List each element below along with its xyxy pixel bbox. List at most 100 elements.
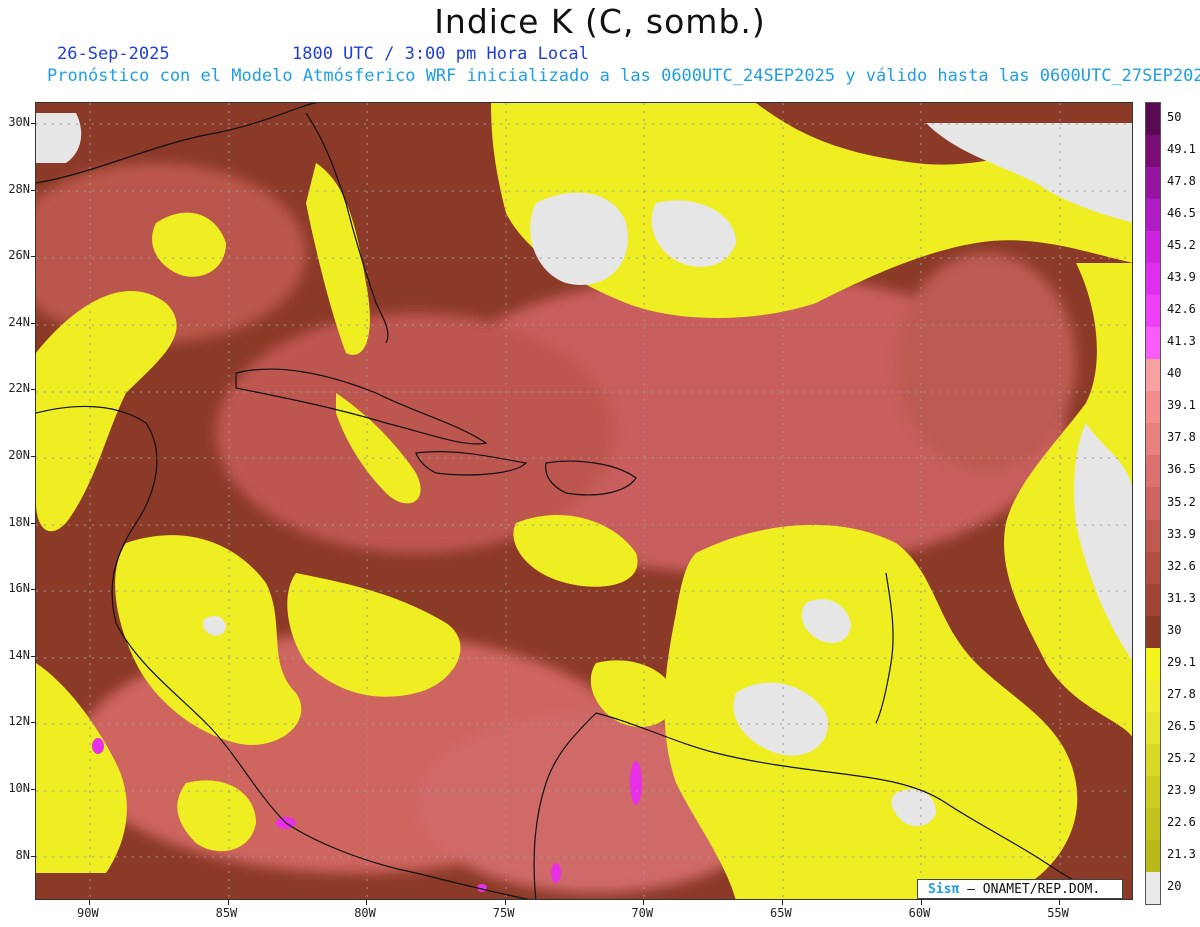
lat-label-30N: 30N (8, 115, 30, 129)
lon-tickmark (366, 900, 368, 905)
lat-label-26N: 26N (8, 248, 30, 263)
map-plot-area (35, 102, 1133, 900)
lon-tickmark (227, 900, 229, 905)
lat-tickmark (31, 322, 36, 324)
colorbar-segment (1146, 487, 1160, 520)
lon-label-55W: 55W (1047, 906, 1069, 920)
colorbar-segment (1146, 871, 1160, 905)
lat-label-28N: 28N (8, 181, 30, 196)
colorbar-label: 32.6 (1167, 558, 1196, 573)
colorbar-segment (1146, 263, 1160, 296)
colorbar-segment (1146, 455, 1160, 488)
colorbar-segment (1146, 103, 1160, 136)
colorbar-segment (1146, 359, 1160, 392)
colorbar-segment (1146, 711, 1160, 745)
colorbar-segment (1146, 295, 1160, 328)
lon-tickmark (782, 900, 783, 905)
colorbar-segment (1146, 423, 1160, 456)
lat-label-18N: 18N (8, 514, 30, 529)
colorbar-segment (1146, 519, 1160, 553)
colorbar-segment (1146, 807, 1160, 841)
colorbar-label: 35.2 (1167, 494, 1196, 509)
colorbar-segment (1146, 551, 1160, 585)
credit-brand: Sisπ (928, 882, 960, 897)
colorbar-label: 40 (1167, 366, 1182, 381)
colorbar-label: 36.5 (1167, 462, 1196, 477)
colorbar-label: 50 (1167, 110, 1182, 125)
colorbar-label: 45.2 (1167, 238, 1196, 253)
colorbar-label: 31.3 (1167, 590, 1196, 605)
colorbar-label: 23.9 (1167, 782, 1196, 797)
lat-tickmark (31, 589, 36, 591)
colorbar-segment (1146, 199, 1160, 232)
colorbar-segment (1146, 327, 1160, 360)
lat-tickmark (31, 256, 36, 258)
lat-label-24N: 24N (8, 314, 30, 329)
map-title: Indice K (C, somb.) (434, 2, 766, 41)
colorbar-segment (1146, 231, 1160, 264)
lon-label-75W: 75W (492, 906, 515, 920)
lat-tickmark (31, 722, 36, 724)
lat-tickmark (31, 855, 36, 857)
forecast-time: 1800 UTC / 3:00 pm Hora Local (292, 44, 589, 64)
lon-label-70W: 70W (631, 906, 654, 920)
colorbar-segment (1146, 647, 1160, 681)
lon-label-80W: 80W (354, 906, 376, 920)
colorbar-label: 21.3 (1167, 846, 1196, 861)
colorbar-label: 29.1 (1167, 654, 1196, 669)
colorbar-label: 49.1 (1167, 142, 1196, 157)
colorbar-segment (1146, 135, 1160, 168)
colorbar-segment (1146, 679, 1160, 713)
colorbar-segment (1146, 583, 1160, 617)
colorbar-label: 39.1 (1167, 398, 1196, 413)
colorbar-label: 20 (1167, 878, 1182, 893)
colorbar-label: 37.8 (1167, 430, 1196, 445)
colorbar-label: 27.8 (1167, 686, 1196, 701)
lat-tickmark (31, 123, 36, 124)
colorbar-label: 30 (1167, 622, 1182, 637)
colorbar-segment (1146, 615, 1160, 649)
lat-tickmark (31, 389, 36, 391)
lon-tickmark (920, 900, 922, 905)
lat-label-8N: 8N (15, 847, 30, 862)
lat-label-22N: 22N (8, 381, 30, 396)
lon-tickmark (89, 900, 90, 905)
colorbar-label: 41.3 (1167, 334, 1196, 349)
lat-label-12N: 12N (8, 714, 30, 729)
lat-label-10N: 10N (8, 781, 30, 795)
lon-label-90W: 90W (77, 906, 99, 920)
colorbar (1145, 102, 1161, 905)
lat-label-20N: 20N (8, 448, 30, 462)
colorbar-segment (1146, 839, 1160, 873)
lat-tickmark (31, 522, 36, 524)
lon-tickmark (643, 900, 645, 905)
colorbar-label: 42.6 (1167, 302, 1196, 317)
lon-label-65W: 65W (770, 906, 792, 920)
credit-text: – ONAMET/REP.DOM. (967, 882, 1101, 897)
lat-label-14N: 14N (8, 647, 30, 662)
colorbar-label: 47.8 (1167, 174, 1196, 189)
lon-tickmark (504, 900, 506, 905)
colorbar-label: 22.6 (1167, 814, 1196, 829)
lon-tickmark (1059, 900, 1061, 905)
lon-label-85W: 85W (215, 906, 238, 920)
colorbar-segment (1146, 167, 1160, 200)
forecast-description: Pronóstico con el Modelo Atmósferico WRF… (47, 66, 1200, 86)
colorbar-segment (1146, 391, 1160, 424)
credit-box: Sisπ – ONAMET/REP.DOM. (917, 879, 1123, 899)
lat-tickmark (31, 655, 36, 657)
lat-label-16N: 16N (8, 581, 30, 596)
lat-tickmark (31, 456, 36, 457)
colorbar-segment (1146, 743, 1160, 777)
colorbar-label: 46.5 (1167, 206, 1196, 221)
colorbar-label: 25.2 (1167, 750, 1196, 765)
lat-tickmark (31, 789, 36, 790)
lon-label-60W: 60W (908, 906, 931, 920)
k-index-field (36, 103, 1132, 899)
colorbar-label: 43.9 (1167, 270, 1196, 285)
lat-tickmark (31, 189, 36, 191)
forecast-date: 26-Sep-2025 (57, 44, 170, 64)
colorbar-segment (1146, 775, 1160, 809)
colorbar-label: 33.9 (1167, 526, 1196, 541)
colorbar-label: 26.5 (1167, 718, 1196, 733)
